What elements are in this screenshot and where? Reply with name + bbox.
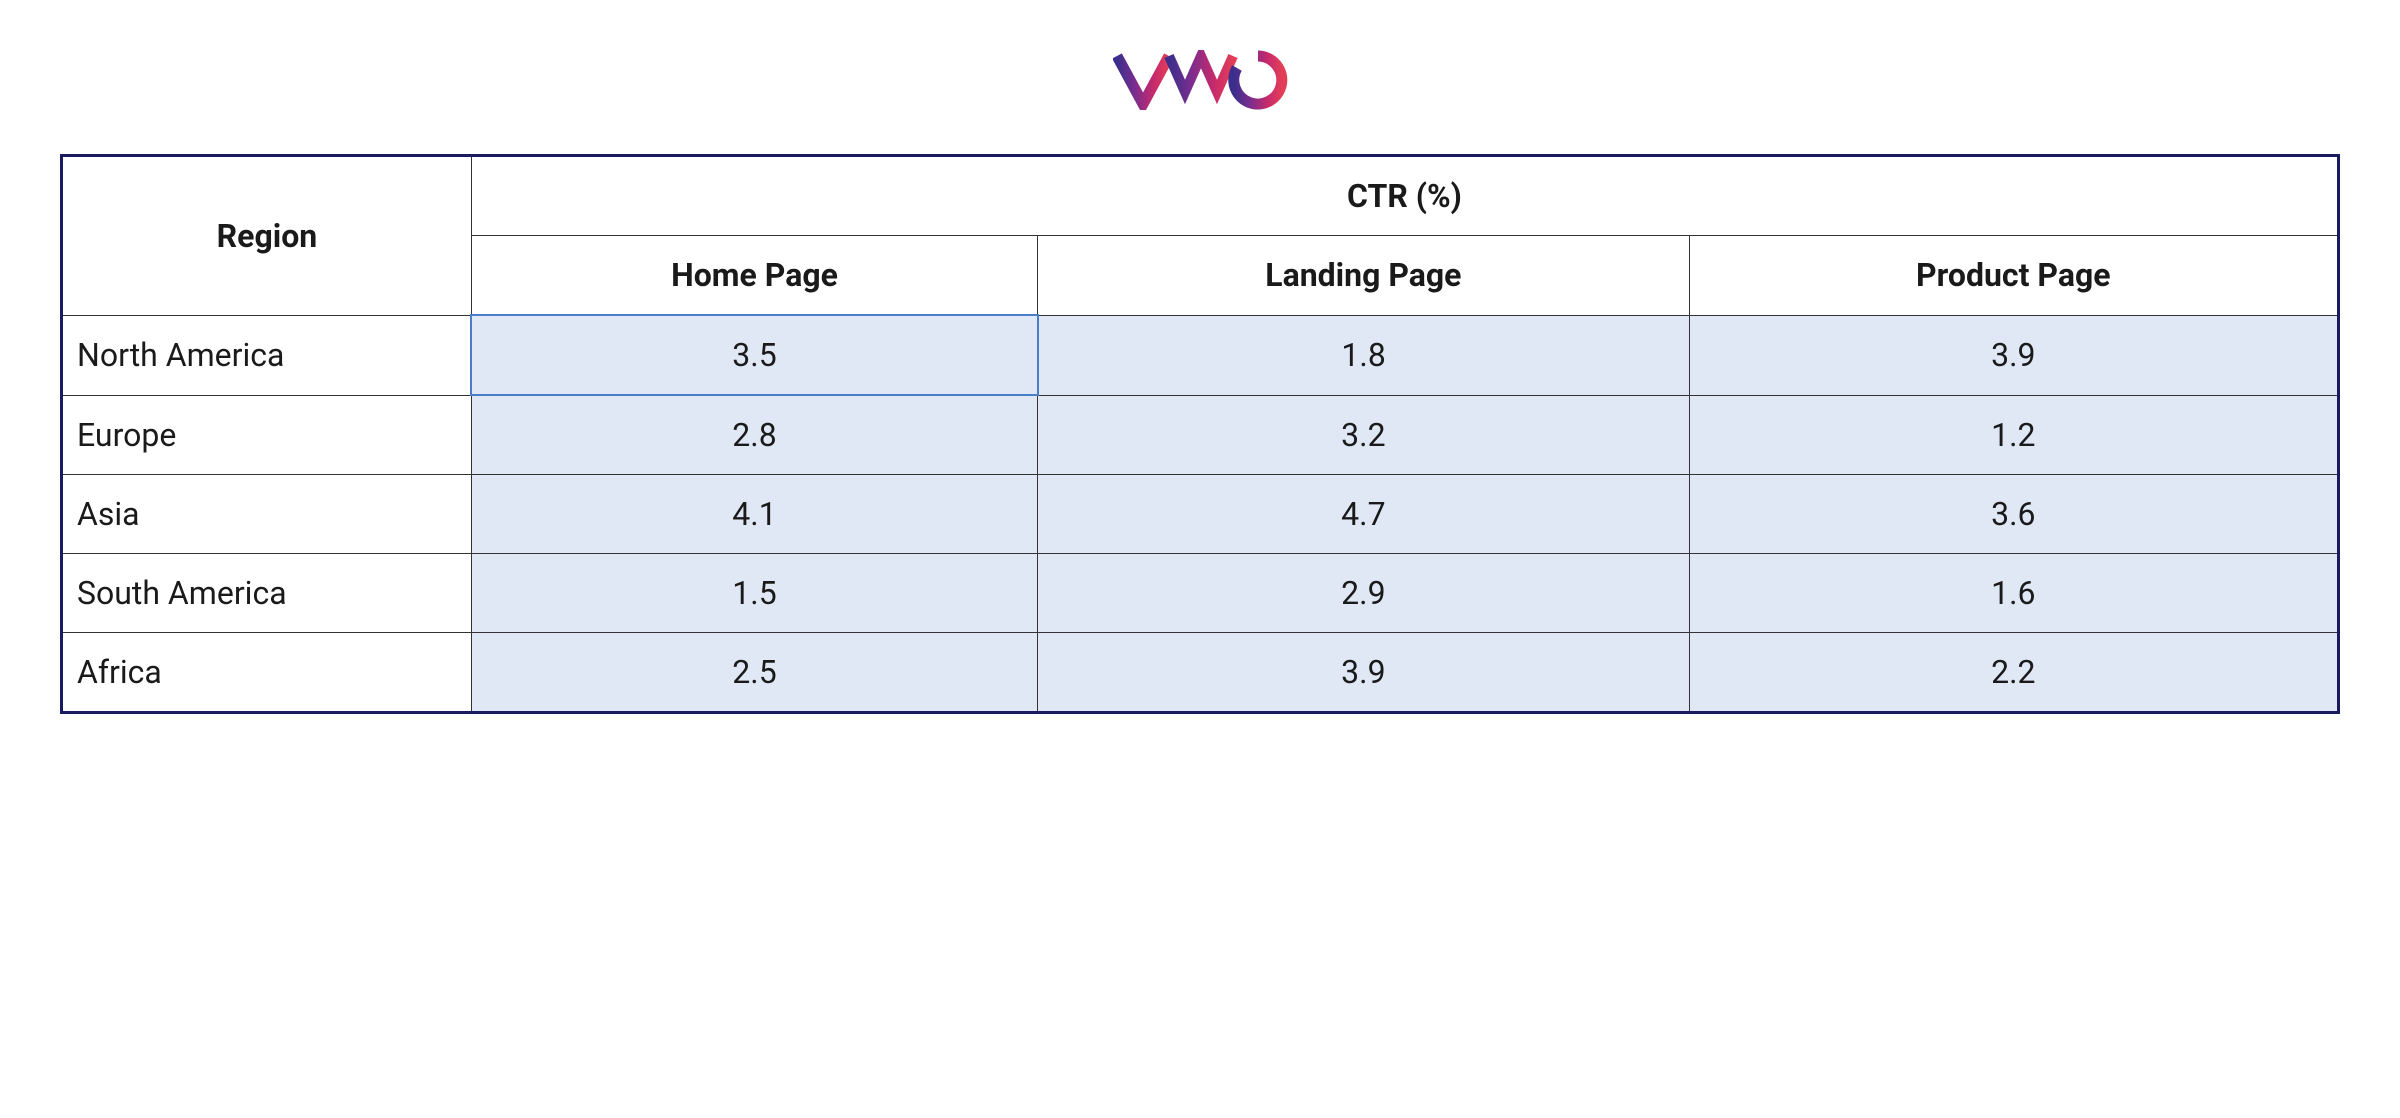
column-header-home: Home Page bbox=[471, 236, 1037, 316]
value-cell: 4.1 bbox=[471, 475, 1037, 554]
value-cell: 1.6 bbox=[1689, 554, 2338, 633]
table-row: Africa2.53.92.2 bbox=[62, 633, 2339, 713]
column-header-product: Product Page bbox=[1689, 236, 2338, 316]
value-cell: 2.9 bbox=[1038, 554, 1689, 633]
table-body: North America3.51.83.9Europe2.83.21.2Asi… bbox=[62, 315, 2339, 713]
ctr-group-header: CTR (%) bbox=[471, 156, 2338, 236]
region-cell: Europe bbox=[62, 395, 472, 475]
logo-container bbox=[60, 50, 2340, 114]
value-cell: 3.2 bbox=[1038, 395, 1689, 475]
ctr-table: Region CTR (%) Home Page Landing Page Pr… bbox=[60, 154, 2340, 714]
value-cell: 1.2 bbox=[1689, 395, 2338, 475]
value-cell: 1.5 bbox=[471, 554, 1037, 633]
value-cell: 3.9 bbox=[1038, 633, 1689, 713]
table-row: North America3.51.83.9 bbox=[62, 315, 2339, 395]
table-row: Asia4.14.73.6 bbox=[62, 475, 2339, 554]
value-cell: 2.5 bbox=[471, 633, 1037, 713]
vwo-logo-icon bbox=[1113, 50, 1288, 110]
region-cell: North America bbox=[62, 315, 472, 395]
column-header-landing: Landing Page bbox=[1038, 236, 1689, 316]
region-header: Region bbox=[62, 156, 472, 316]
value-cell: 1.8 bbox=[1038, 315, 1689, 395]
region-cell: Africa bbox=[62, 633, 472, 713]
value-cell: 2.2 bbox=[1689, 633, 2338, 713]
table-row: South America1.52.91.6 bbox=[62, 554, 2339, 633]
region-cell: Asia bbox=[62, 475, 472, 554]
value-cell: 3.6 bbox=[1689, 475, 2338, 554]
value-cell: 3.9 bbox=[1689, 315, 2338, 395]
value-cell: 3.5 bbox=[471, 315, 1037, 395]
value-cell: 2.8 bbox=[471, 395, 1037, 475]
region-cell: South America bbox=[62, 554, 472, 633]
value-cell: 4.7 bbox=[1038, 475, 1689, 554]
table-row: Europe2.83.21.2 bbox=[62, 395, 2339, 475]
